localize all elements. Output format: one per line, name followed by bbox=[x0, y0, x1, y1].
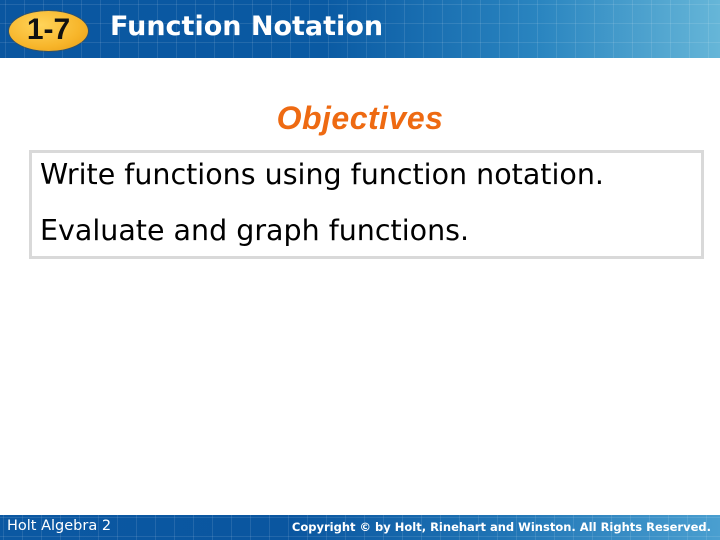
objectives-heading: Objectives bbox=[276, 100, 444, 136]
objective-item: Evaluate and graph functions. bbox=[40, 214, 470, 247]
footer-banner: Holt Algebra 2 Copyright © by Holt, Rine… bbox=[0, 515, 720, 540]
copyright-notice: Copyright © by Holt, Rinehart and Winsto… bbox=[291, 520, 711, 534]
lesson-number: 1-7 bbox=[26, 13, 71, 46]
objectives-box: Write functions using function notation.… bbox=[29, 150, 704, 259]
header-banner: 1-7 Function Notation bbox=[0, 0, 720, 58]
objective-item: Write functions using function notation. bbox=[40, 158, 604, 191]
lesson-title: Function Notation bbox=[110, 11, 384, 42]
book-title: Holt Algebra 2 bbox=[7, 518, 112, 534]
lesson-number-badge: 1-7 bbox=[9, 11, 88, 51]
